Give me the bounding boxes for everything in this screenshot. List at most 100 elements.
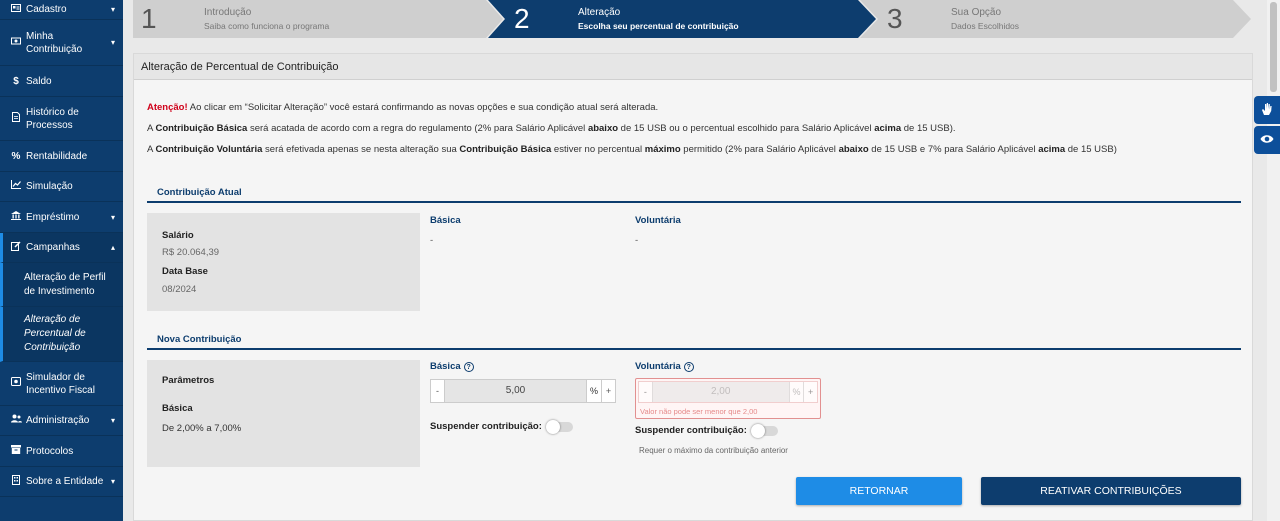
chevron-down-icon: ▾ bbox=[110, 212, 115, 222]
chevron-down-icon: ▾ bbox=[110, 38, 115, 47]
sidebar-item-cadastro[interactable]: Cadastro ▾ bbox=[0, 0, 123, 20]
notice-bold: abaixo bbox=[587, 123, 619, 134]
chevron-up-icon: ▴ bbox=[110, 243, 115, 252]
notice-attention: Atenção! Ao clicar em “Solicitar Alteraç… bbox=[147, 102, 658, 113]
page-scrollbar[interactable] bbox=[1267, 0, 1280, 521]
sidebar-item-administracao[interactable]: Administração ▾ bbox=[0, 406, 123, 436]
sidebar-item-sobre-entidade[interactable]: Sobre a Entidade ▾ bbox=[0, 467, 123, 497]
notice-bold: Contribuição Básica bbox=[459, 144, 552, 155]
help-icon[interactable]: ? bbox=[683, 362, 694, 372]
salario-label: Salário bbox=[162, 230, 194, 241]
voluntaria-decrement-button[interactable]: - bbox=[639, 382, 653, 402]
notice-text: estiver no percentual bbox=[551, 144, 645, 155]
notice-basica: A Contribuição Básica será acatada de ac… bbox=[147, 123, 956, 134]
attention-label: Atenção! bbox=[147, 102, 188, 113]
reativar-contribuicoes-button[interactable]: REATIVAR CONTRIBUIÇÕES bbox=[981, 477, 1241, 505]
accessibility-view-button[interactable] bbox=[1254, 126, 1280, 154]
current-basica-label: Básica bbox=[430, 215, 461, 226]
voluntaria-percent-input[interactable] bbox=[652, 382, 789, 402]
sidebar-item-label: Campanhas bbox=[26, 242, 80, 253]
step-sua-opcao[interactable]: 3 Sua Opção Dados Escolhidos bbox=[876, 0, 1231, 38]
eye-icon bbox=[1260, 134, 1274, 147]
voluntaria-increment-button[interactable]: + bbox=[803, 382, 817, 402]
notice-text: de 15 USB) bbox=[1065, 144, 1117, 155]
step-introducao[interactable]: 1 Introdução Saiba como funciona o progr… bbox=[133, 0, 486, 38]
sidebar-subitem-label: Alteração de Percentual de Contribuição bbox=[24, 314, 86, 353]
basica-increment-button[interactable]: + bbox=[601, 380, 615, 402]
notice-bold: Contribuição Básica bbox=[155, 123, 248, 134]
building-icon bbox=[8, 474, 24, 489]
database-value: 08/2024 bbox=[162, 284, 197, 295]
current-basica-value: - bbox=[430, 235, 434, 246]
sidebar-item-saldo[interactable]: $ Saldo bbox=[0, 66, 123, 97]
scrollbar-thumb[interactable] bbox=[1270, 2, 1277, 92]
basica-suspend-row: Suspender contribuição: bbox=[430, 419, 573, 434]
sign-language-button[interactable] bbox=[1254, 96, 1280, 124]
chart-icon bbox=[8, 180, 24, 193]
sidebar-item-protocolos[interactable]: Protocolos bbox=[0, 436, 123, 467]
main-content: 1 Introdução Saiba como funciona o progr… bbox=[123, 0, 1254, 521]
nova-voluntaria-label: Voluntária? bbox=[635, 361, 694, 372]
basica-label-text: Básica bbox=[430, 361, 461, 372]
params-label: Parâmetros bbox=[162, 375, 215, 386]
users-icon bbox=[8, 414, 24, 427]
voluntaria-suspend-label: Suspender contribuição: bbox=[635, 425, 747, 436]
params-box: Parâmetros Básica De 2,00% a 7,00% bbox=[147, 360, 420, 467]
step-number: 1 bbox=[141, 3, 157, 34]
voluntaria-input-group: - % + Valor não pode ser menor que 2,00 bbox=[635, 378, 821, 419]
hand-icon bbox=[1260, 102, 1274, 119]
sidebar-item-label: Simulação bbox=[26, 181, 73, 192]
database-label: Data Base bbox=[162, 266, 208, 277]
step-subtitle: Saiba como funciona o programa bbox=[204, 21, 330, 31]
sidebar-item-rentabilidade[interactable]: % Rentabilidade bbox=[0, 141, 123, 172]
voluntaria-suspend-hint: Requer o máximo da contribuição anterior bbox=[639, 446, 788, 455]
step-subtitle: Escolha seu percentual de contribuição bbox=[578, 21, 739, 31]
protocol-icon bbox=[8, 444, 24, 458]
voluntaria-error-message: Valor não pode ser menor que 2,00 bbox=[640, 407, 758, 416]
retornar-button[interactable]: RETORNAR bbox=[796, 477, 962, 505]
toggle-knob bbox=[750, 423, 765, 438]
voluntaria-suspend-toggle[interactable] bbox=[750, 423, 778, 438]
sidebar-item-label: Empréstimo bbox=[26, 211, 80, 223]
sidebar-item-simulador-incentivo[interactable]: Simulador de Incentivo Fiscal bbox=[0, 362, 123, 406]
sidebar-item-historico[interactable]: Histórico de Processos bbox=[0, 97, 123, 141]
notice-bold: Contribuição Voluntária bbox=[155, 144, 263, 155]
basica-suspend-label: Suspender contribuição: bbox=[430, 421, 542, 432]
sidebar-item-emprestimo[interactable]: Empréstimo ▾ bbox=[0, 202, 123, 233]
sidebar-item-label: Histórico de Processos bbox=[26, 106, 79, 131]
basica-percent-input[interactable] bbox=[445, 380, 586, 402]
step-alteracao[interactable]: 2 Alteração Escolha seu percentual de co… bbox=[503, 0, 858, 38]
nova-basica-label: Básica? bbox=[430, 361, 474, 372]
sidebar-item-label: Administração bbox=[26, 415, 90, 426]
percent-icon: % bbox=[11, 150, 21, 162]
panel-title: Alteração de Percentual de Contribuição bbox=[134, 54, 1252, 80]
notice-text: será efetivada apenas se nesta alteração… bbox=[262, 144, 460, 155]
sidebar-item-simulacao[interactable]: Simulação bbox=[0, 172, 123, 202]
toggle-knob bbox=[545, 419, 560, 434]
edit-icon bbox=[8, 240, 24, 255]
wizard-stepper: 1 Introdução Saiba como funciona o progr… bbox=[133, 0, 1251, 38]
sidebar-item-campanhas[interactable]: Campanhas ▴ bbox=[0, 233, 123, 263]
voluntaria-label-text: Voluntária bbox=[635, 361, 681, 372]
contribution-panel: Alteração de Percentual de Contribuição … bbox=[133, 53, 1253, 521]
notice-voluntaria: A Contribuição Voluntária será efetivada… bbox=[147, 144, 1117, 155]
current-info-box: Salário R$ 20.064,39 Data Base 08/2024 bbox=[147, 213, 420, 311]
step-title: Sua Opção bbox=[951, 7, 1002, 18]
help-icon[interactable]: ? bbox=[463, 362, 474, 372]
step-number: 3 bbox=[887, 3, 903, 34]
sidebar-subitem-percentual-contribuicao[interactable]: Alteração de Percentual de Contribuição bbox=[0, 307, 123, 362]
sidebar-item-label: Rentabilidade bbox=[26, 150, 88, 162]
notice-text: de 15 USB e 7% para Salário Aplicável bbox=[868, 144, 1039, 155]
basica-suspend-toggle[interactable] bbox=[545, 419, 573, 434]
sidebar-subitem-perfil-investimento[interactable]: Alteração de Perfil de Investimento bbox=[0, 263, 123, 307]
notice-text: permitido (2% para Salário Aplicável bbox=[680, 144, 839, 155]
percent-unit: % bbox=[586, 380, 601, 402]
sidebar-item-label: Minha Contribuição bbox=[26, 30, 83, 55]
section-contribuicao-atual: Contribuição Atual bbox=[147, 185, 1241, 203]
sidebar-item-minha-contribuicao[interactable]: Minha Contribuição ▾ bbox=[0, 20, 123, 66]
sidebar-item-label: Simulador de Incentivo Fiscal bbox=[26, 371, 95, 396]
notice-bold: acima bbox=[874, 123, 902, 134]
voluntaria-suspend-row: Suspender contribuição: bbox=[635, 423, 778, 438]
basica-decrement-button[interactable]: - bbox=[431, 380, 445, 402]
sidebar-item-label: Saldo bbox=[26, 75, 52, 87]
